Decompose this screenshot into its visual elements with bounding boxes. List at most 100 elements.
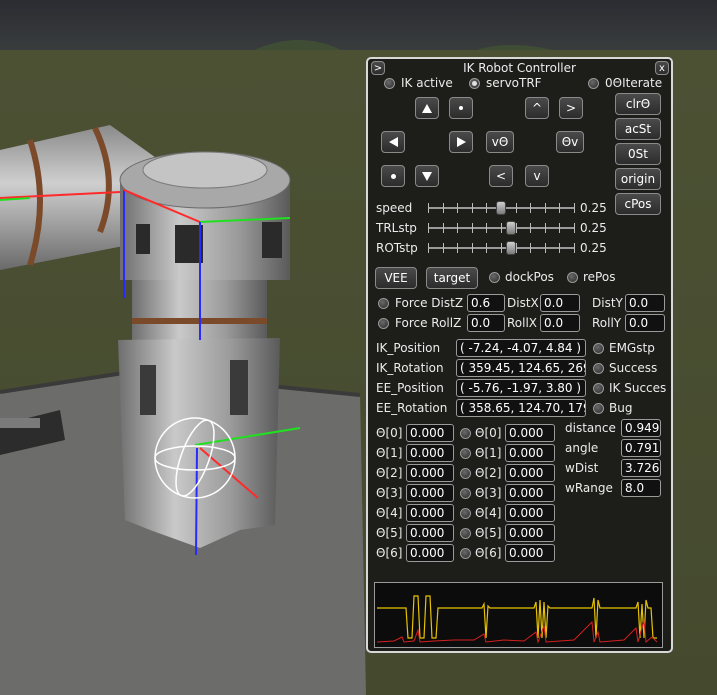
center-button[interactable]: [449, 97, 473, 119]
rolly-field[interactable]: 0.0: [625, 314, 665, 332]
theta-field[interactable]: 0.000: [406, 424, 454, 442]
slider-tick: [559, 223, 561, 233]
origin-button[interactable]: origin: [615, 168, 661, 190]
repos-toggle[interactable]: [567, 272, 578, 283]
force-rollz-toggle[interactable]: [378, 318, 389, 329]
theta-field[interactable]: 0.000: [406, 444, 454, 462]
slider-tick: [574, 223, 575, 233]
theta-target-field[interactable]: 0.000: [505, 444, 555, 462]
move-right-button[interactable]: [449, 131, 473, 153]
vee-button[interactable]: VEE: [375, 267, 417, 289]
rotstp-slider[interactable]: [428, 241, 575, 255]
theta-target-field[interactable]: 0.000: [505, 524, 555, 542]
bug-toggle[interactable]: [593, 403, 604, 414]
forward-button[interactable]: [381, 165, 405, 187]
theta-v-button[interactable]: Θv: [556, 131, 584, 153]
slider-tick: [428, 243, 429, 253]
emgstp-toggle[interactable]: [593, 343, 604, 354]
speed-value: 0.25: [580, 201, 607, 215]
theta-toggle[interactable]: [460, 528, 471, 539]
slider-thumb[interactable]: [506, 221, 517, 235]
trlstp-slider[interactable]: [428, 221, 575, 235]
close-button[interactable]: x: [655, 61, 669, 75]
disty-field[interactable]: 0.0: [625, 294, 665, 312]
distx-label: DistX: [507, 296, 539, 310]
theta-target-field[interactable]: 0.000: [505, 464, 555, 482]
rollx-field[interactable]: 0.0: [540, 314, 580, 332]
speed-slider[interactable]: [428, 201, 575, 215]
theta-label: Θ[1]: [475, 446, 502, 460]
slider-tick: [486, 223, 488, 233]
ee-rotation-field[interactable]: ( 358.65, 124.70, 179.: [456, 399, 586, 417]
theta-target-field[interactable]: 0.000: [505, 504, 555, 522]
slider-tick: [471, 243, 473, 253]
distance-label: distance: [565, 421, 616, 435]
theta-target-field[interactable]: 0.000: [505, 424, 555, 442]
slider-tick: [544, 243, 546, 253]
theta-toggle[interactable]: [460, 548, 471, 559]
slider-tick: [457, 203, 459, 213]
theta-label: Θ[6]: [376, 546, 403, 560]
slider-tick: [559, 203, 561, 213]
angle-label: angle: [565, 441, 599, 455]
wdist-field[interactable]: 3.726: [621, 459, 661, 477]
v-theta-button[interactable]: vΘ: [486, 131, 514, 153]
ik-rotation-field[interactable]: ( 359.45, 124.65, 269.: [456, 359, 586, 377]
theta-toggle[interactable]: [460, 428, 471, 439]
slider-tick: [574, 243, 575, 253]
force-distz-toggle[interactable]: [378, 298, 389, 309]
dockpos-toggle[interactable]: [489, 272, 500, 283]
force-rollz-field[interactable]: 0.0: [467, 314, 505, 332]
disty-label: DistY: [592, 296, 623, 310]
theta-toggle[interactable]: [460, 448, 471, 459]
angle-field[interactable]: 0.791: [621, 439, 661, 457]
slider-tick: [530, 223, 532, 233]
servotrf-toggle[interactable]: [469, 78, 480, 89]
distance-field[interactable]: 0.949: [621, 419, 661, 437]
slider-thumb[interactable]: [496, 201, 506, 215]
ik-position-field[interactable]: ( -7.24, -4.07, 4.84 ): [456, 339, 586, 357]
success-toggle[interactable]: [593, 363, 604, 374]
rotate-down-button[interactable]: v: [525, 165, 549, 187]
theta-label: Θ[2]: [376, 466, 403, 480]
target-button[interactable]: target: [426, 267, 478, 289]
move-down-button[interactable]: [415, 165, 439, 187]
theta-field[interactable]: 0.000: [406, 544, 454, 562]
ee-position-field[interactable]: ( -5.76, -1.97, 3.80 ): [456, 379, 586, 397]
wrange-field[interactable]: 8.0: [621, 479, 661, 497]
clr-theta-button[interactable]: clrΘ: [615, 93, 661, 115]
theta-toggle[interactable]: [460, 488, 471, 499]
ik-succes-toggle[interactable]: [593, 383, 604, 394]
theta-field[interactable]: 0.000: [406, 464, 454, 482]
theta-toggle[interactable]: [460, 468, 471, 479]
acst-button[interactable]: acSt: [615, 118, 661, 140]
slider-tick: [544, 203, 546, 213]
gripper-slot: [140, 365, 156, 415]
force-distz-field[interactable]: 0.6: [467, 294, 505, 312]
force-rollz-label: Force RollZ: [395, 316, 462, 330]
servotrf-label: servoTRF: [486, 76, 542, 90]
move-up-button[interactable]: [415, 97, 439, 119]
slider-thumb[interactable]: [506, 241, 517, 255]
theta-field[interactable]: 0.000: [406, 484, 454, 502]
zero-theta-iterate-toggle[interactable]: [588, 78, 599, 89]
rotate-right-button[interactable]: >: [559, 97, 583, 119]
arrow-left-icon: [388, 137, 398, 147]
cpos-button[interactable]: cPos: [615, 193, 661, 215]
distx-field[interactable]: 0.0: [540, 294, 580, 312]
theta-target-field[interactable]: 0.000: [505, 484, 555, 502]
rotate-left-button[interactable]: <: [489, 165, 513, 187]
theta-toggle[interactable]: [460, 508, 471, 519]
theta-field[interactable]: 0.000: [406, 504, 454, 522]
ik-active-toggle[interactable]: [384, 78, 395, 89]
zero-st-button[interactable]: 0St: [615, 143, 661, 165]
slider-tick: [442, 223, 444, 233]
emgstp-label: EMGstp: [609, 341, 655, 355]
move-left-button[interactable]: [381, 131, 405, 153]
theta-field[interactable]: 0.000: [406, 524, 454, 542]
rotate-up-button[interactable]: ^: [525, 97, 549, 119]
theta-target-field[interactable]: 0.000: [505, 544, 555, 562]
joint-slot: [175, 225, 203, 263]
ik-active-label: IK active: [401, 76, 453, 90]
dockpos-label: dockPos: [505, 270, 554, 284]
